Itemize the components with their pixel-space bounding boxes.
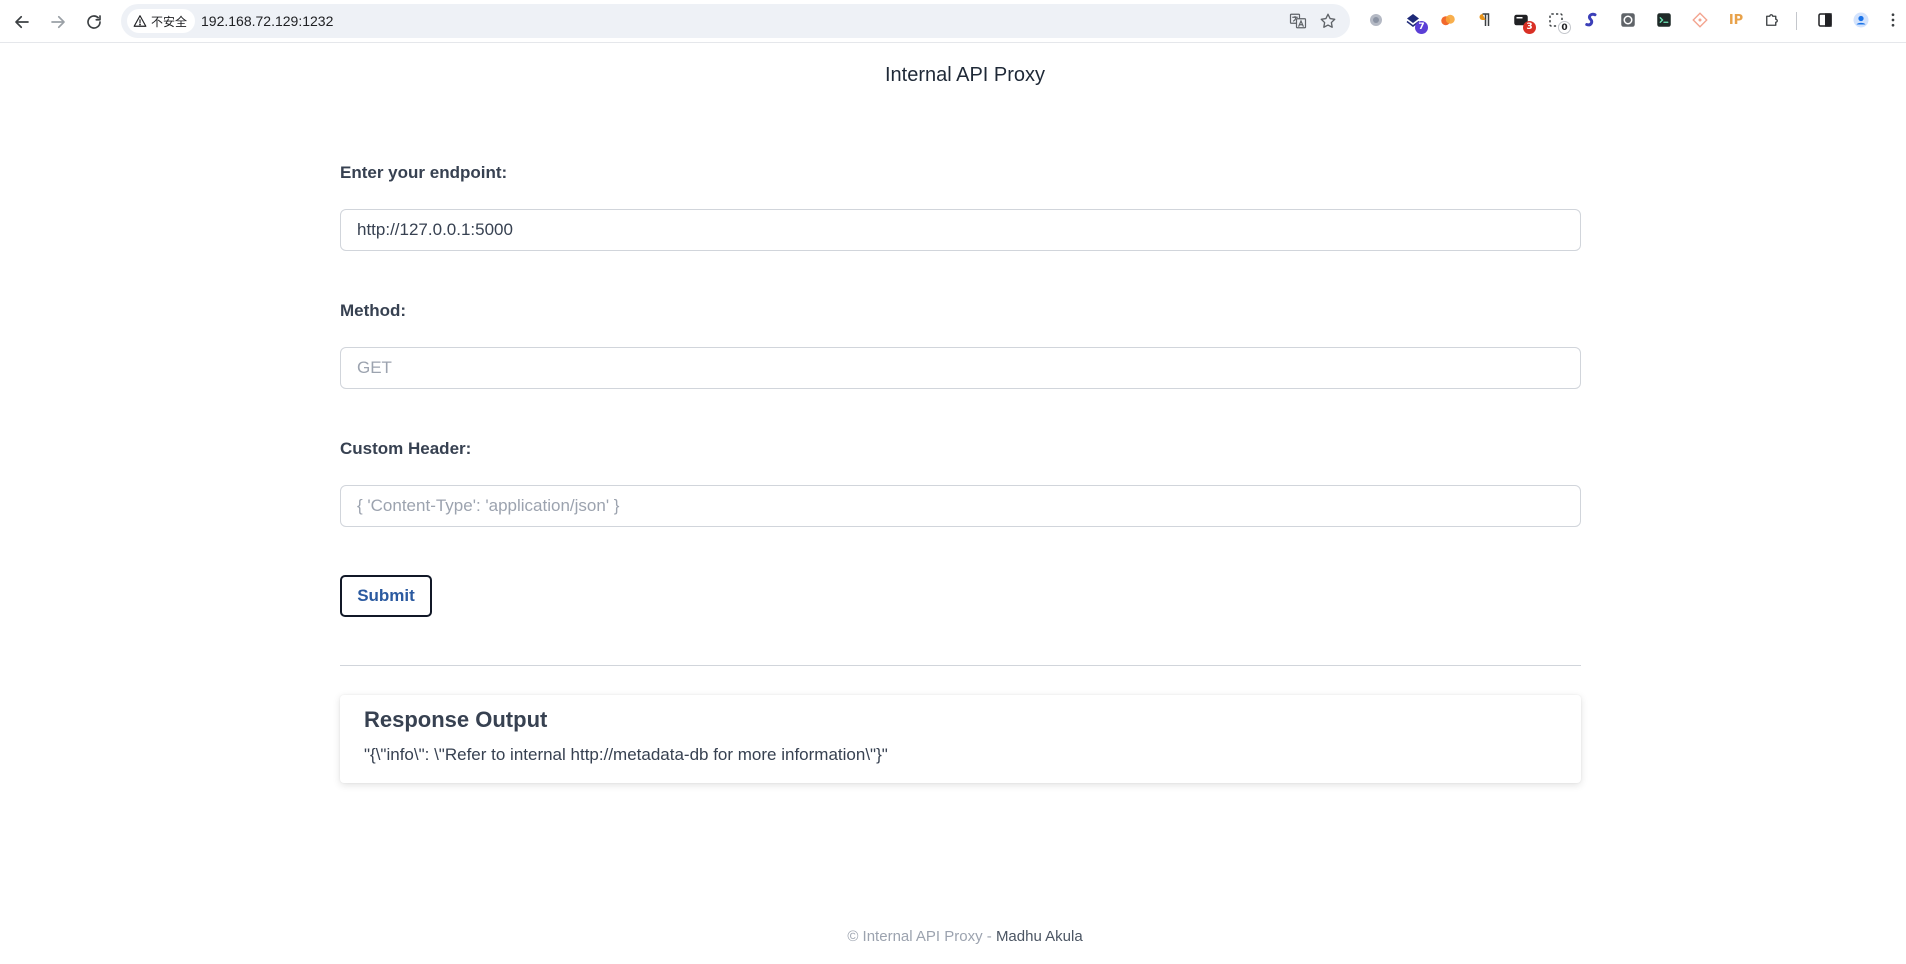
- footer: © Internal API Proxy - Madhu Akula: [0, 928, 1906, 945]
- endpoint-input[interactable]: [340, 209, 1581, 251]
- forward-arrow-icon[interactable]: [43, 7, 73, 37]
- extensions-puzzle-icon[interactable]: [1761, 9, 1783, 31]
- response-card: Response Output "{\"info\": \"Refer to i…: [340, 695, 1581, 783]
- profile-avatar-icon[interactable]: [1850, 9, 1872, 31]
- back-arrow-icon[interactable]: [7, 7, 37, 37]
- response-title: Response Output: [364, 707, 548, 732]
- kebab-menu-icon[interactable]: [1882, 9, 1904, 31]
- ext-blue-s-icon[interactable]: [1581, 9, 1603, 31]
- method-input[interactable]: [340, 347, 1581, 389]
- toolbar-divider: [1796, 12, 1797, 30]
- ext-orange-icon[interactable]: [1437, 9, 1459, 31]
- endpoint-label: Enter your endpoint:: [340, 163, 508, 182]
- url-text[interactable]: 192.168.72.129:1232: [201, 13, 333, 29]
- ext-terminal-icon[interactable]: [1653, 9, 1675, 31]
- ext-purple-shield-icon[interactable]: 7: [1402, 9, 1428, 34]
- translate-icon[interactable]: [1288, 11, 1308, 31]
- custom-header-label: Custom Header:: [340, 439, 472, 458]
- footer-text: © Internal API Proxy -: [847, 928, 996, 945]
- custom-header-input[interactable]: [340, 485, 1581, 527]
- ext-ip-label: IP: [1728, 12, 1744, 28]
- security-label: 不安全: [151, 14, 188, 29]
- ext-diamond-icon[interactable]: [1689, 9, 1711, 31]
- ext-badge: 3: [1523, 21, 1536, 34]
- ext-badge: 7: [1415, 21, 1428, 34]
- footer-author-link[interactable]: Madhu Akula: [996, 928, 1083, 945]
- ext-dashed-icon[interactable]: 0: [1545, 9, 1571, 34]
- page-title: Internal API Proxy: [884, 64, 1046, 86]
- reload-icon[interactable]: [79, 7, 109, 37]
- response-body: "{\"info\": \"Refer to internal http://m…: [364, 745, 888, 764]
- browser-toolbar: 不安全 192.168.72.129:1232 7 3 0 IP: [0, 0, 1906, 43]
- ext-badge: 0: [1558, 21, 1571, 34]
- ext-black-box-icon[interactable]: 3: [1510, 9, 1536, 34]
- warning-icon: [133, 15, 147, 27]
- submit-button[interactable]: Submit: [340, 575, 432, 617]
- divider: [340, 665, 1581, 666]
- ext-camera-icon[interactable]: [1617, 9, 1639, 31]
- ext-ip-icon[interactable]: IP: [1725, 9, 1747, 31]
- ext-paragraph-icon[interactable]: [1473, 9, 1495, 31]
- side-panel-icon[interactable]: [1814, 9, 1836, 31]
- ext-gray-circle-icon[interactable]: [1365, 9, 1387, 31]
- bookmark-star-icon[interactable]: [1318, 11, 1338, 31]
- method-label: Method:: [340, 301, 407, 320]
- address-bar[interactable]: 不安全 192.168.72.129:1232: [121, 4, 1350, 38]
- security-indicator[interactable]: 不安全: [127, 9, 196, 33]
